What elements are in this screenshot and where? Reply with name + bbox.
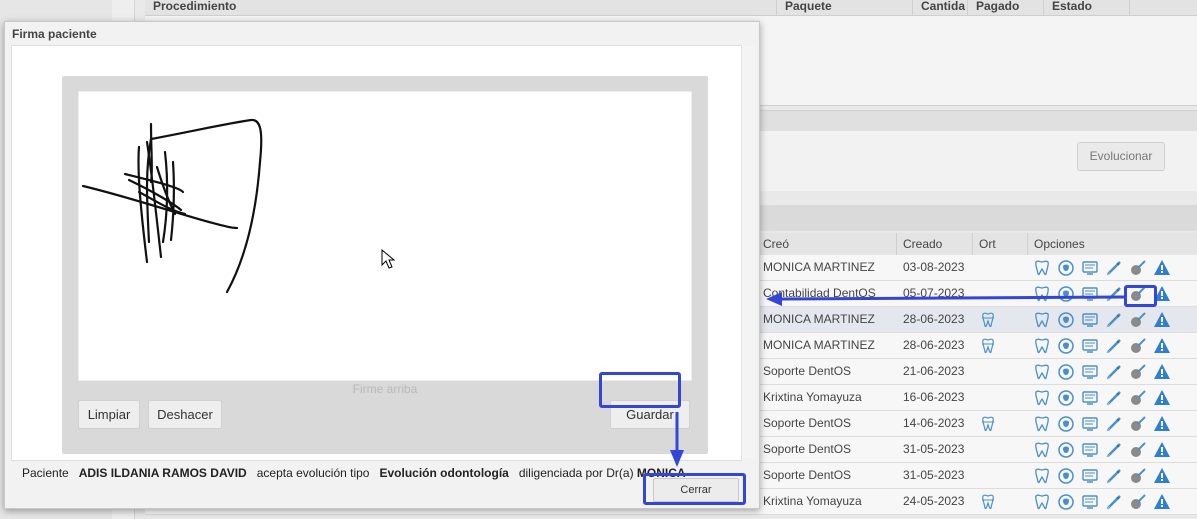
annotation-arrows: [670, 292, 1125, 467]
arrow-to-creo-line: [781, 295, 1125, 301]
arrow-left-head: [766, 292, 782, 306]
arrow-down-head: [670, 450, 684, 467]
